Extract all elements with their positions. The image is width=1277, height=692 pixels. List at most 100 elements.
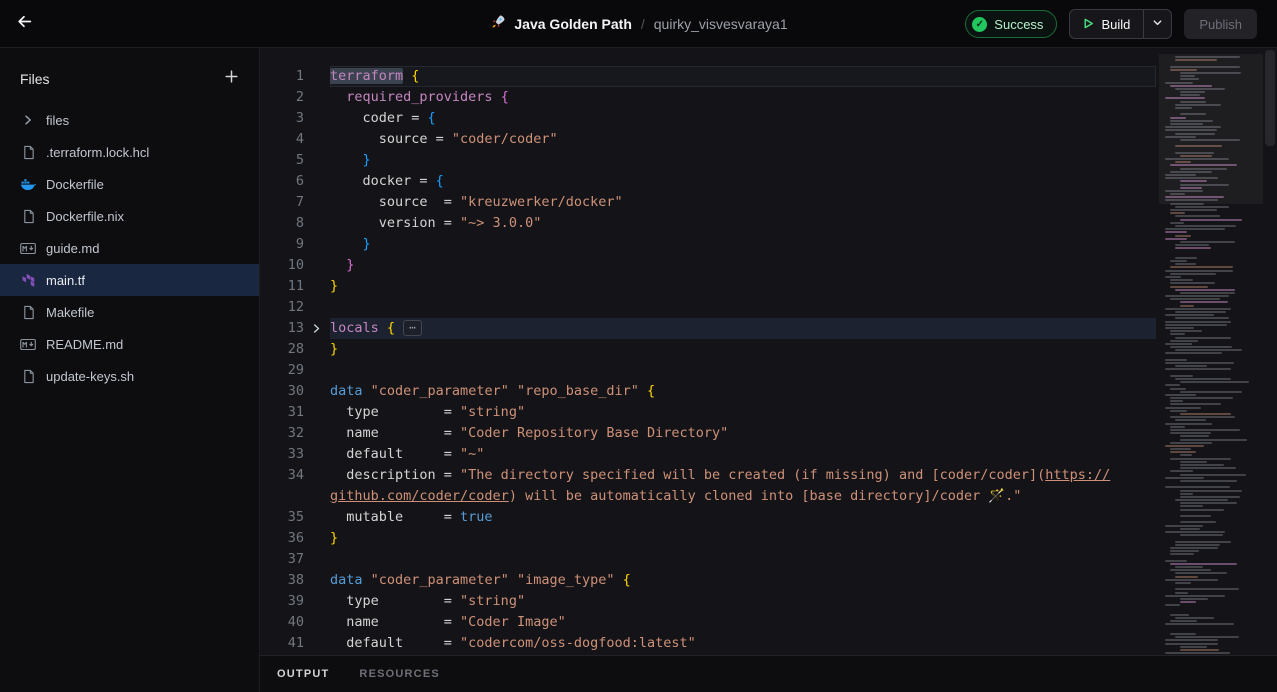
minimap-line bbox=[1165, 445, 1204, 447]
fold-zone bbox=[304, 612, 328, 633]
minimap-line bbox=[1175, 572, 1227, 574]
editor-line[interactable]: 38data "coder_parameter" "image_type" { bbox=[260, 570, 1159, 591]
minimap-line bbox=[1180, 598, 1208, 600]
minimap-line bbox=[1165, 643, 1218, 645]
minimap-line bbox=[1175, 582, 1191, 584]
editor-line[interactable]: 10 } bbox=[260, 255, 1159, 276]
code-link[interactable]: https:// bbox=[1045, 467, 1110, 483]
code-editor[interactable]: 1terraform {2 required_providers {3 code… bbox=[260, 48, 1159, 655]
editor-line[interactable]: 34 description = "The directory specifie… bbox=[260, 465, 1159, 486]
code-line-content bbox=[330, 360, 1156, 381]
editor-scrollbar[interactable] bbox=[1263, 48, 1277, 655]
fold-chevron-icon[interactable] bbox=[304, 318, 328, 339]
line-number: 40 bbox=[260, 612, 304, 633]
tree-file-main.tf[interactable]: main.tf bbox=[0, 264, 259, 296]
folded-region-badge[interactable]: ⋯ bbox=[403, 320, 422, 336]
code-token: name = bbox=[330, 425, 460, 441]
tree-file-Dockerfile.nix[interactable]: Dockerfile.nix bbox=[0, 200, 259, 232]
editor-line[interactable]: 32 name = "Coder Repository Base Directo… bbox=[260, 423, 1159, 444]
editor-gutter: 36 bbox=[260, 528, 330, 549]
code-token bbox=[379, 320, 387, 336]
code-token: source = bbox=[330, 131, 452, 147]
editor-line[interactable]: 35 mutable = true bbox=[260, 507, 1159, 528]
editor-line[interactable]: 12 bbox=[260, 297, 1159, 318]
files-header: Files bbox=[0, 48, 259, 104]
minimap-line bbox=[1170, 260, 1187, 262]
minimap-line bbox=[1170, 547, 1218, 549]
minimap-line bbox=[1180, 435, 1209, 437]
line-number: 7 bbox=[260, 192, 304, 213]
minimap-line bbox=[1165, 611, 1259, 613]
editor-line[interactable]: 5 } bbox=[260, 150, 1159, 171]
code-token: data bbox=[330, 383, 363, 399]
tab-resources[interactable]: RESOURCES bbox=[359, 668, 439, 680]
tree-file-Makefile[interactable]: Makefile bbox=[0, 296, 259, 328]
code-line-content: } bbox=[330, 234, 1156, 255]
minimap-line bbox=[1170, 429, 1240, 431]
editor-line[interactable]: 6 docker = { bbox=[260, 171, 1159, 192]
editor-gutter: 4 bbox=[260, 129, 330, 150]
editor-line[interactable]: 13locals {⋯ bbox=[260, 318, 1159, 339]
minimap-line bbox=[1165, 228, 1225, 230]
editor-line[interactable]: 4 source = "coder/coder" bbox=[260, 129, 1159, 150]
minimap-line bbox=[1175, 263, 1196, 265]
code-token: mutable = bbox=[330, 509, 460, 525]
editor-line[interactable]: 33 default = "~" bbox=[260, 444, 1159, 465]
editor-line[interactable]: 1terraform { bbox=[260, 66, 1159, 87]
minimap-line bbox=[1165, 276, 1181, 278]
editor-line[interactable]: 7 source = "kreuzwerker/docker" bbox=[260, 192, 1159, 213]
back-button[interactable] bbox=[0, 0, 48, 48]
editor-line[interactable]: 29 bbox=[260, 360, 1159, 381]
editor-line[interactable]: 3 coder = { bbox=[260, 108, 1159, 129]
editor-line[interactable]: 37 bbox=[260, 549, 1159, 570]
build-split-button: Build bbox=[1069, 9, 1172, 39]
tree-file-guide.md[interactable]: guide.md bbox=[0, 232, 259, 264]
build-dropdown-button[interactable] bbox=[1144, 10, 1171, 38]
minimap-line bbox=[1180, 474, 1246, 476]
editor-line[interactable]: github.com/coder/coder) will be automati… bbox=[260, 486, 1159, 507]
minimap-line bbox=[1170, 432, 1211, 434]
editor-line[interactable]: 40 name = "Coder Image" bbox=[260, 612, 1159, 633]
tree-folder-files[interactable]: files bbox=[0, 104, 259, 136]
template-title[interactable]: Java Golden Path bbox=[514, 16, 631, 32]
code-token: source = bbox=[330, 194, 460, 210]
editor-gutter: 13 bbox=[260, 318, 330, 339]
tree-file-Dockerfile[interactable]: Dockerfile bbox=[0, 168, 259, 200]
minimap-line bbox=[1165, 254, 1259, 256]
tree-file-README.md[interactable]: README.md bbox=[0, 328, 259, 360]
minimap[interactable] bbox=[1159, 48, 1263, 655]
code-token: { bbox=[411, 68, 419, 84]
file-list: files.terraform.lock.hclDockerfileDocker… bbox=[0, 104, 259, 392]
tab-output[interactable]: OUTPUT bbox=[277, 668, 329, 680]
code-link[interactable]: github.com/coder/coder bbox=[330, 488, 509, 504]
fold-zone bbox=[304, 234, 328, 255]
fold-zone bbox=[304, 507, 328, 528]
editor-line[interactable]: 11} bbox=[260, 276, 1159, 297]
publish-button[interactable]: Publish bbox=[1184, 9, 1257, 39]
minimap-line bbox=[1165, 231, 1187, 233]
bottom-panel: OUTPUT RESOURCES bbox=[260, 655, 1277, 692]
code-token: ) will be automatically cloned into [bas… bbox=[509, 488, 1022, 504]
editor-line[interactable]: 30data "coder_parameter" "repo_base_dir"… bbox=[260, 381, 1159, 402]
editor-line[interactable]: 9 } bbox=[260, 234, 1159, 255]
minimap-line bbox=[1165, 627, 1259, 629]
add-file-button[interactable] bbox=[221, 69, 241, 89]
tree-file-update-keys.sh[interactable]: update-keys.sh bbox=[0, 360, 259, 392]
editor-line[interactable]: 39 type = "string" bbox=[260, 591, 1159, 612]
editor-line[interactable]: 2 required_providers { bbox=[260, 87, 1159, 108]
build-button[interactable]: Build bbox=[1070, 10, 1144, 38]
editor-line[interactable]: 8 version = "~> 3.0.0" bbox=[260, 213, 1159, 234]
scrollbar-thumb[interactable] bbox=[1265, 50, 1275, 146]
minimap-slider[interactable] bbox=[1159, 54, 1263, 204]
minimap-line bbox=[1165, 352, 1222, 354]
editor-line[interactable]: 41 default = "codercom/oss-dogfood:lates… bbox=[260, 633, 1159, 654]
minimap-line bbox=[1170, 375, 1193, 377]
terraform-icon bbox=[20, 272, 36, 288]
line-number: 4 bbox=[260, 129, 304, 150]
tree-file-.terraform.lock.hcl[interactable]: .terraform.lock.hcl bbox=[0, 136, 259, 168]
editor-gutter: 34 bbox=[260, 465, 330, 486]
editor-line[interactable]: 31 type = "string" bbox=[260, 402, 1159, 423]
editor-line[interactable]: 28} bbox=[260, 339, 1159, 360]
minimap-line bbox=[1165, 623, 1234, 625]
editor-line[interactable]: 36} bbox=[260, 528, 1159, 549]
